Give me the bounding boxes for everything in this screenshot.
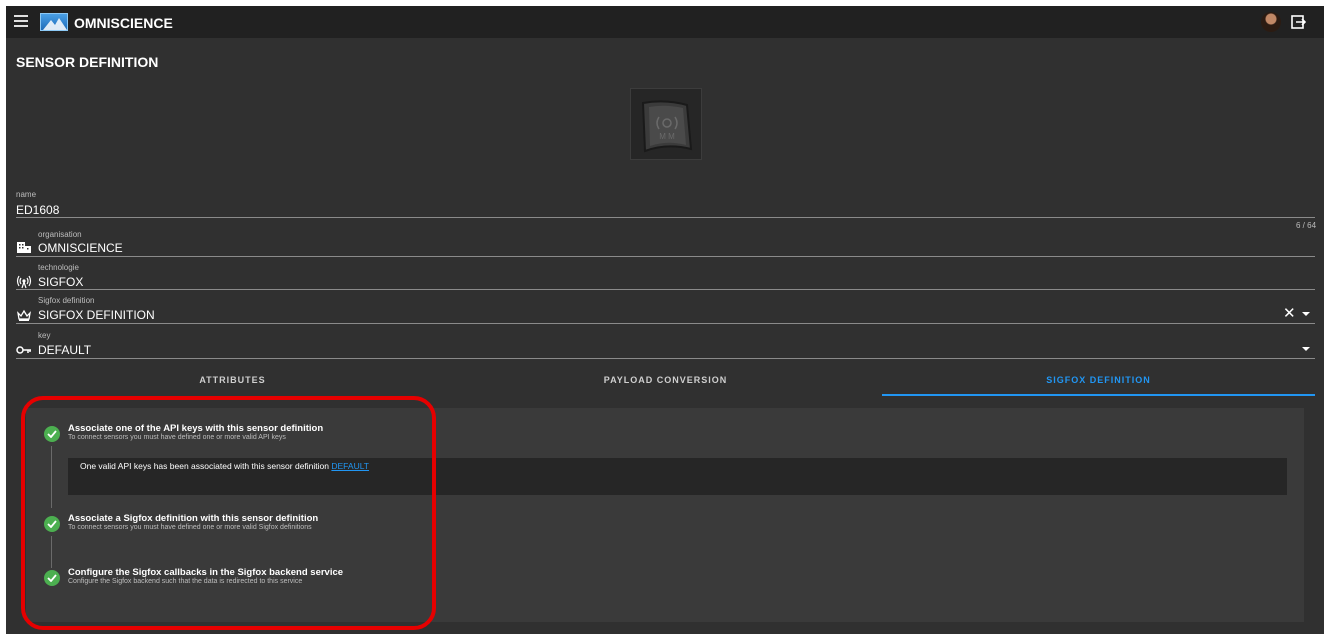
check-circle-icon [44,426,60,442]
technologie-value: SIGFOX [38,275,84,289]
user-avatar[interactable] [1261,12,1281,32]
building-icon [16,240,32,254]
organisation-label: organisation [38,230,82,239]
step-3-title[interactable]: Configure the Sigfox callbacks in the Si… [68,567,343,578]
tab-payload-conversion[interactable]: PAYLOAD CONVERSION [449,368,882,396]
step-1-content: One valid API keys has been associated w… [68,458,1287,495]
key-field[interactable]: key DEFAULT [16,324,1315,359]
sensor-image[interactable]: M M [630,88,702,160]
top-app-bar: OMNISCIENCE [6,6,1324,38]
organisation-value: OMNISCIENCE [38,241,123,255]
step-1-title[interactable]: Associate one of the API keys with this … [68,423,323,434]
name-label: name [16,190,37,199]
menu-icon[interactable] [14,15,28,27]
tab-attributes[interactable]: ATTRIBUTES [16,368,449,396]
name-value: ED1608 [16,203,60,217]
sigfox-definition-field[interactable]: Sigfox definition SIGFOX DEFINITION ✕ [16,289,1315,324]
name-underline [16,217,1315,218]
key-icon [16,343,32,357]
check-circle-icon [44,570,60,586]
step-1-subtitle: To connect sensors you must have defined… [68,434,286,441]
key-value: DEFAULT [38,343,92,357]
svg-text:M M: M M [659,132,675,141]
omniscience-logo [40,13,68,31]
name-field[interactable]: name ED1608 [16,186,1315,218]
step-1-message: One valid API keys has been associated w… [80,461,332,471]
organisation-field[interactable]: organisation OMNISCIENCE [16,222,1315,257]
step-connector [51,536,52,568]
step-3-subtitle: Configure the Sigfox backend such that t… [68,578,303,585]
technologie-label: technologie [38,263,79,272]
app-window: OMNISCIENCE SENSOR DEFINITION M M name E… [6,6,1324,634]
clear-icon[interactable]: ✕ [1283,304,1296,322]
api-key-link[interactable]: DEFAULT [331,461,369,471]
sigfox-definition-value: SIGFOX DEFINITION [38,308,155,322]
sigfox-definition-stepper: Associate one of the API keys with this … [26,408,1304,622]
tab-bar: ATTRIBUTES PAYLOAD CONVERSION SIGFOX DEF… [16,368,1315,396]
dropdown-caret-icon[interactable] [1302,347,1310,351]
step-2-title[interactable]: Associate a Sigfox definition with this … [68,513,318,524]
step-2-subtitle: To connect sensors you must have defined… [68,524,312,531]
key-label: key [38,331,51,340]
radio-tower-icon [16,275,32,289]
step-1-content-text: One valid API keys has been associated w… [80,461,369,471]
tab-sigfox-definition[interactable]: SIGFOX DEFINITION [882,368,1315,396]
technologie-field[interactable]: technologie SIGFOX [16,256,1315,290]
step-connector [51,446,52,508]
app-title: OMNISCIENCE [74,15,173,31]
key-underline [16,358,1315,359]
dropdown-caret-icon[interactable] [1302,312,1310,316]
logout-icon[interactable] [1290,14,1307,30]
page-title: SENSOR DEFINITION [16,54,159,70]
check-circle-icon [44,516,60,532]
crown-icon [16,308,32,322]
sigfox-definition-label: Sigfox definition [38,296,95,305]
